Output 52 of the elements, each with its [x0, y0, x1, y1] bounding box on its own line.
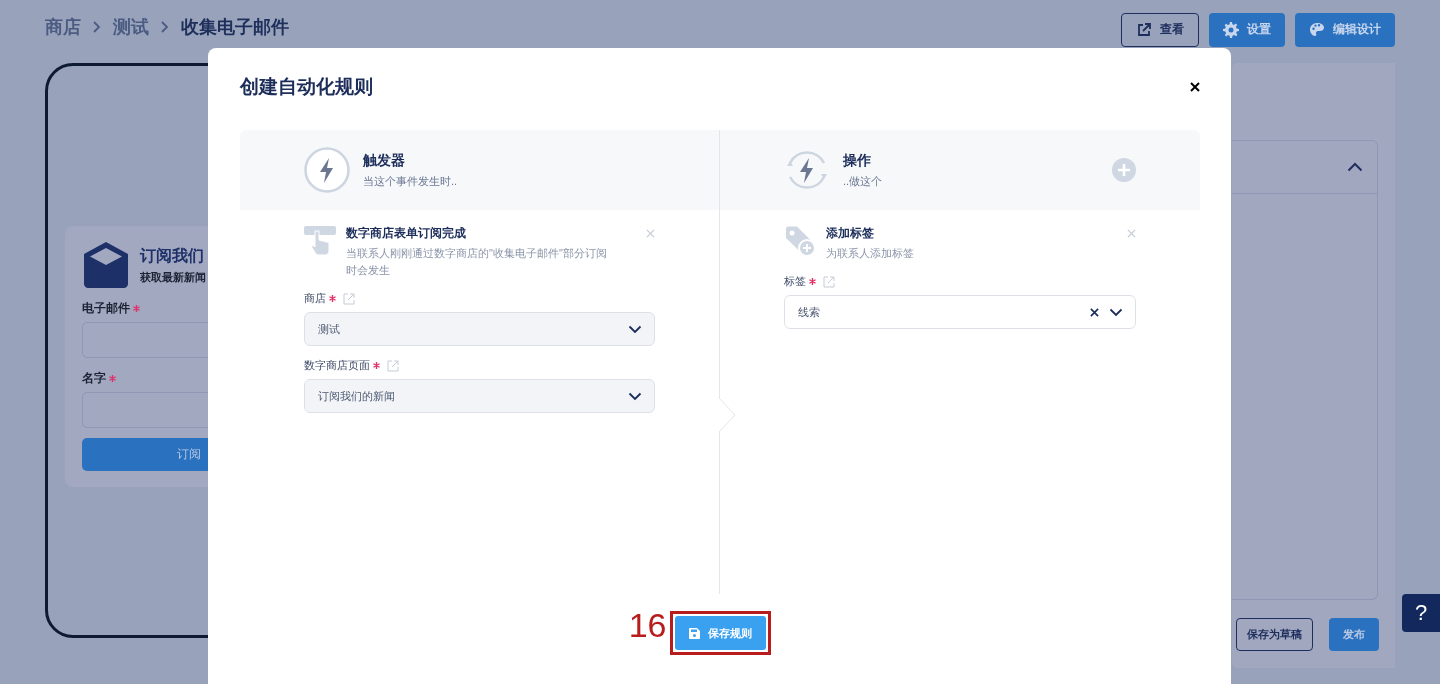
field-label: 电子邮件 — [82, 300, 130, 317]
add-icon[interactable] — [1112, 158, 1136, 182]
tag-plus-icon — [784, 225, 816, 257]
close-icon — [1190, 82, 1200, 92]
item-description: 为联系人添加标签 — [826, 246, 915, 261]
step-subtitle: ..做这个 — [843, 173, 883, 189]
clear-icon[interactable] — [1090, 307, 1099, 317]
select-value: 订阅我们的新闻 — [318, 388, 396, 404]
breadcrumb-item: 收集电子邮件 — [181, 15, 289, 39]
envelope-icon — [82, 242, 130, 288]
select-field[interactable]: 线索 — [784, 295, 1136, 329]
hand-pointer-icon — [304, 225, 336, 257]
item-title: 数字商店表单订阅完成 — [346, 225, 467, 242]
field-label: 名字 — [82, 370, 106, 387]
chevron-right-icon — [91, 19, 103, 34]
step-title: 操作 — [843, 151, 872, 170]
breadcrumb-item[interactable]: 测试 — [113, 14, 149, 39]
close-icon[interactable] — [646, 229, 655, 238]
select-value: 测试 — [318, 321, 341, 337]
save-icon — [688, 627, 700, 639]
breadcrumb-item[interactable]: 商店 — [45, 14, 81, 39]
form-subtitle: 获取最新新闻 — [140, 269, 206, 285]
step-subtitle: 当这个事件发生时.. — [363, 173, 458, 189]
chevron-right-icon — [159, 19, 171, 34]
chevron-up-icon[interactable] — [1347, 162, 1363, 172]
save-button[interactable]: 保存规则 — [674, 616, 766, 650]
chevron-down-icon[interactable] — [1109, 307, 1123, 317]
annotation-number: 16 — [628, 608, 667, 642]
step-title: 触发器 — [363, 151, 406, 170]
form-title: 订阅我们 — [140, 245, 205, 266]
footer-button[interactable]: 保存为草稿 — [1236, 618, 1313, 651]
header-button[interactable]: 设置 — [1209, 12, 1285, 47]
gear-icon — [1223, 21, 1239, 38]
field-label: 标签 — [784, 274, 806, 289]
item-title: 添加标签 — [826, 225, 875, 242]
help-button[interactable]: ? — [1402, 594, 1440, 632]
dialog-title: 创建自动化规则 — [240, 75, 373, 99]
external-link-icon[interactable] — [387, 359, 399, 372]
field-label: 商店 — [304, 291, 326, 306]
field-label: 数字商店页面 — [304, 358, 370, 373]
palette-icon — [1309, 21, 1325, 38]
header-button[interactable]: 查看 — [1121, 12, 1199, 47]
select-value: 线索 — [798, 304, 821, 320]
footer-button[interactable]: 发布 — [1329, 618, 1379, 651]
item-description: 当联系人刚刚通过数字商店的"收集电子邮件"部分订阅时会发生 — [346, 246, 608, 278]
external-link-icon — [1136, 21, 1152, 38]
header-button[interactable]: 编辑设计 — [1295, 12, 1395, 47]
external-link-icon[interactable] — [823, 275, 835, 288]
external-link-icon[interactable] — [343, 292, 355, 305]
lightning-icon — [304, 147, 350, 193]
close-icon[interactable] — [1127, 229, 1136, 238]
subscribe-button[interactable]: 订阅 — [82, 438, 208, 471]
